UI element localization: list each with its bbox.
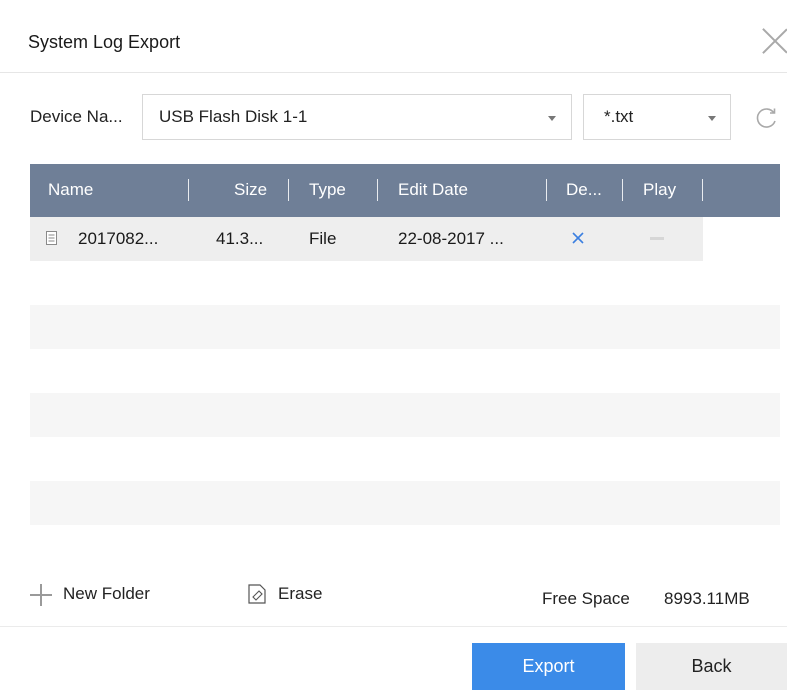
divider: [0, 626, 787, 627]
new-folder-label: New Folder: [63, 584, 150, 603]
close-icon[interactable]: [760, 26, 787, 56]
column-divider: [702, 179, 703, 201]
chevron-down-icon: [548, 116, 556, 121]
free-space-value: 8993.11MB: [664, 589, 750, 608]
device-select[interactable]: USB Flash Disk 1-1: [142, 94, 572, 140]
column-name[interactable]: Name: [48, 180, 93, 200]
back-button[interactable]: Back: [636, 643, 787, 690]
title-bar: System Log Export: [0, 0, 787, 73]
table-header: Name Size Type Edit Date De... Play: [30, 164, 780, 217]
empty-row: [30, 305, 780, 349]
column-divider: [546, 179, 547, 201]
file-edit-date: 22-08-2017 ...: [398, 229, 504, 248]
column-type[interactable]: Type: [309, 180, 346, 200]
column-divider: [377, 179, 378, 201]
free-space-label: Free Space: [542, 589, 630, 608]
file-table: Name Size Type Edit Date De... Play 2017…: [30, 164, 780, 564]
empty-row: [30, 481, 780, 525]
column-divider: [288, 179, 289, 201]
file-type-value: *.txt: [604, 107, 634, 126]
file-type: File: [309, 229, 337, 248]
file-type-select[interactable]: *.txt: [583, 94, 731, 140]
device-name-label: Device Na...: [30, 107, 123, 126]
device-select-value: USB Flash Disk 1-1: [159, 107, 308, 126]
empty-row: [30, 525, 780, 569]
plus-icon: [30, 584, 52, 606]
file-size: 41.3...: [216, 229, 264, 248]
export-button[interactable]: Export: [472, 643, 625, 690]
column-divider: [188, 179, 189, 201]
column-divider: [622, 179, 623, 201]
erase-label: Erase: [278, 584, 323, 603]
chevron-down-icon: [708, 116, 716, 121]
empty-row: [30, 349, 780, 393]
column-edit-date[interactable]: Edit Date: [398, 180, 468, 200]
erase-icon: [248, 584, 266, 604]
file-icon: [46, 231, 57, 245]
play-disabled-icon: [650, 237, 664, 240]
table-row[interactable]: 2017082... 41.3... File 22-08-2017 ...: [30, 217, 703, 261]
empty-row: [30, 437, 780, 481]
refresh-icon[interactable]: [752, 104, 780, 132]
empty-row: [30, 393, 780, 437]
file-name: 2017082...: [78, 229, 159, 248]
erase-button[interactable]: Erase: [248, 583, 338, 609]
column-play[interactable]: Play: [643, 180, 676, 200]
delete-icon[interactable]: [571, 231, 585, 245]
empty-row: [30, 261, 780, 305]
column-size[interactable]: Size: [234, 180, 267, 200]
system-log-export-dialog: System Log Export Device Na... USB Flash…: [0, 0, 787, 698]
dialog-title: System Log Export: [28, 32, 181, 52]
column-delete[interactable]: De...: [566, 180, 602, 200]
